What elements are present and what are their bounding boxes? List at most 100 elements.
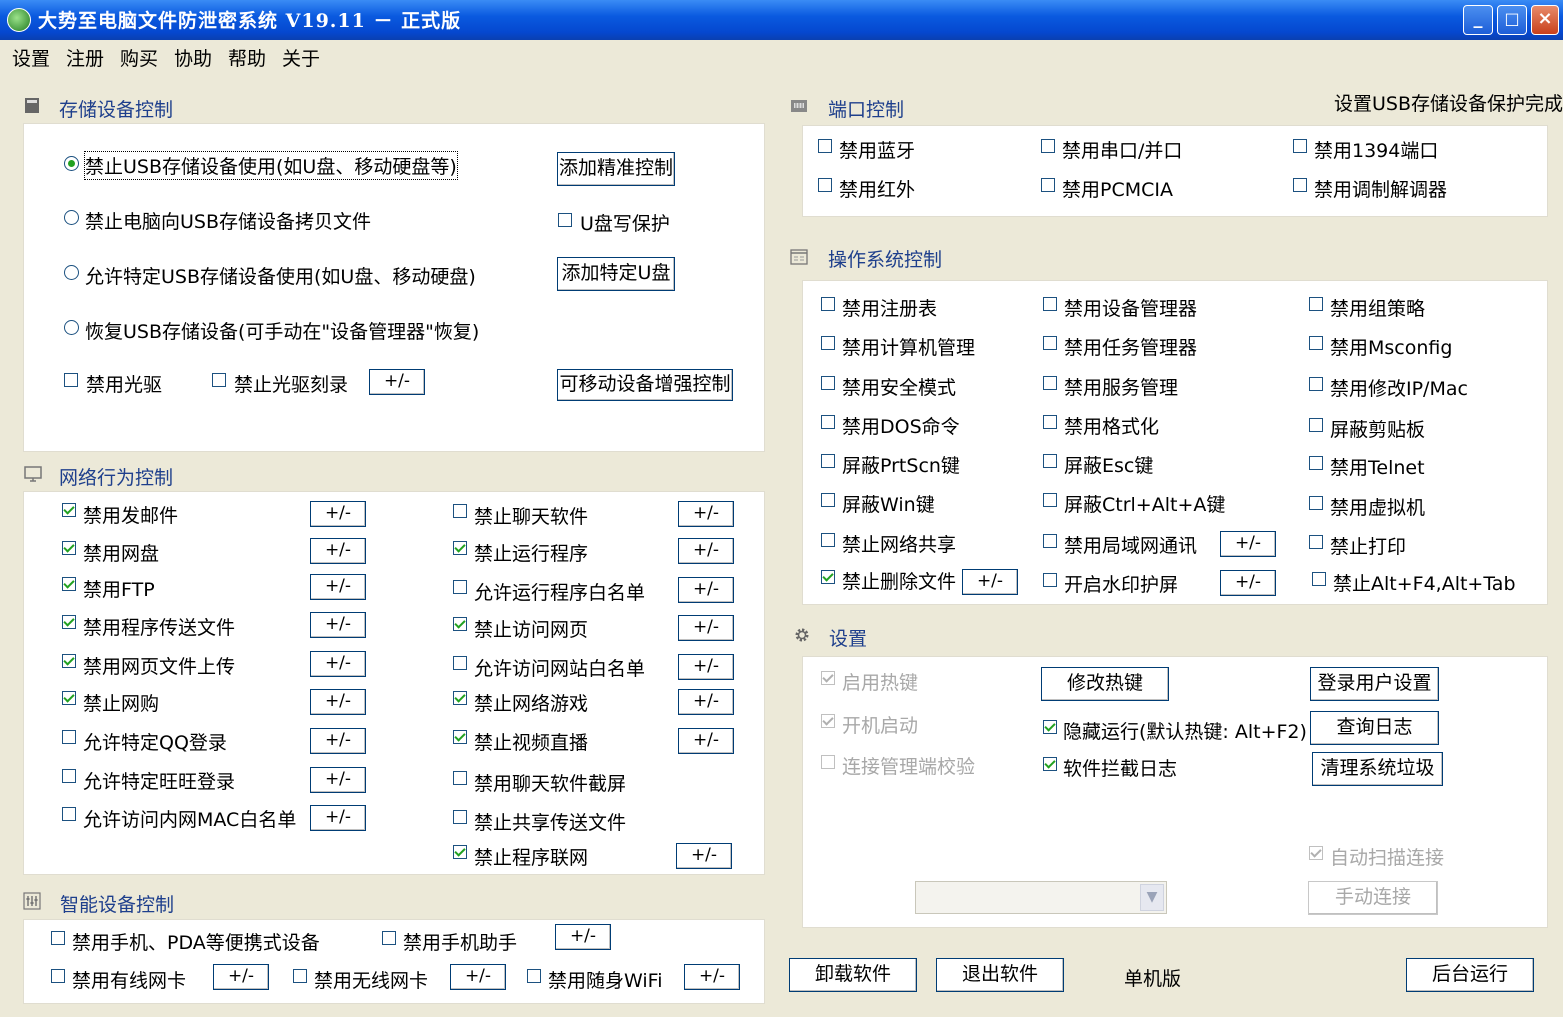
- os-col2-label-6[interactable]: 禁用局域网通讯: [1064, 531, 1197, 558]
- disable-wireless-nic-checkbox[interactable]: [293, 969, 307, 983]
- net-left-label-1[interactable]: 禁用网盘: [83, 539, 159, 566]
- net-left-checkbox-7[interactable]: [62, 769, 76, 783]
- net-right-label-3[interactable]: 禁止访问网页: [474, 615, 588, 642]
- verify-server-checkbox[interactable]: [821, 755, 835, 769]
- net-left-label-8[interactable]: 允许访问内网MAC白名单: [83, 805, 296, 832]
- disable-wired-nic-checkbox[interactable]: [51, 969, 65, 983]
- net-left-checkbox-4[interactable]: [62, 654, 76, 668]
- net-left-label-7[interactable]: 允许特定旺旺登录: [83, 767, 235, 794]
- disable-burn-label[interactable]: 禁止光驱刻录: [234, 370, 348, 397]
- os-col2-checkbox-0[interactable]: [1043, 297, 1057, 311]
- os-col3-label-1[interactable]: 禁用Msconfig: [1330, 333, 1452, 360]
- net-right-options-9[interactable]: +/-: [676, 843, 732, 869]
- os-col3-checkbox-5[interactable]: [1309, 496, 1323, 510]
- port-checkbox-4[interactable]: [1041, 178, 1055, 192]
- os-col3-checkbox-4[interactable]: [1309, 456, 1323, 470]
- auto-scan-checkbox[interactable]: [1309, 846, 1323, 860]
- os-col3-label-6[interactable]: 禁止打印: [1330, 532, 1406, 559]
- os-col3-checkbox-0[interactable]: [1309, 297, 1323, 311]
- radio-block-copy[interactable]: [64, 210, 79, 225]
- os-col1-label-4[interactable]: 屏蔽PrtScn键: [842, 451, 960, 478]
- radio-restore-usb[interactable]: [64, 320, 79, 335]
- os-col2-label-0[interactable]: 禁用设备管理器: [1064, 294, 1197, 321]
- os-col1-checkbox-0[interactable]: [821, 297, 835, 311]
- os-col3-label-4[interactable]: 禁用Telnet: [1330, 453, 1425, 480]
- os-col1-checkbox-1[interactable]: [821, 336, 835, 350]
- port-checkbox-3[interactable]: [818, 178, 832, 192]
- watermark-options[interactable]: +/-: [1220, 570, 1276, 596]
- port-label-4[interactable]: 禁用PCMCIA: [1062, 175, 1173, 202]
- autostart-checkbox[interactable]: [821, 714, 835, 728]
- os-col1-checkbox-6[interactable]: [821, 533, 835, 547]
- usb-write-protect-checkbox[interactable]: [558, 213, 572, 227]
- os-col1-checkbox-3[interactable]: [821, 415, 835, 429]
- os-col2-label-1[interactable]: 禁用任务管理器: [1064, 333, 1197, 360]
- os-col1-label-2[interactable]: 禁用安全模式: [842, 373, 956, 400]
- disable-wifi-checkbox[interactable]: [527, 969, 541, 983]
- clean-system-button[interactable]: 清理系统垃圾: [1312, 752, 1443, 786]
- net-left-label-0[interactable]: 禁用发邮件: [83, 501, 178, 528]
- wifi-options[interactable]: +/-: [684, 964, 740, 990]
- net-left-options-2[interactable]: +/-: [310, 574, 366, 600]
- radio-block-usb-label[interactable]: 禁止USB存储设备使用(如U盘、移动硬盘等): [84, 151, 458, 180]
- net-left-options-1[interactable]: +/-: [310, 538, 366, 564]
- radio-allow-specific[interactable]: [64, 265, 79, 280]
- port-label-1[interactable]: 禁用串口/并口: [1062, 136, 1182, 163]
- disable-wireless-nic-label[interactable]: 禁用无线网卡: [314, 966, 428, 993]
- disable-phone-label[interactable]: 禁用手机、PDA等便携式设备: [72, 928, 320, 955]
- wired-nic-options[interactable]: +/-: [213, 964, 269, 990]
- delete-file-options[interactable]: +/-: [962, 569, 1018, 595]
- usb-write-protect-label[interactable]: U盘写保护: [580, 209, 670, 236]
- enable-hotkey-checkbox[interactable]: [821, 671, 835, 685]
- hidden-run-label[interactable]: 隐藏运行(默认热键: Alt+F2): [1063, 717, 1307, 744]
- menu-buy[interactable]: 购买: [120, 44, 158, 71]
- menu-assist[interactable]: 协助: [174, 44, 212, 71]
- autostart-label[interactable]: 开机启动: [842, 711, 918, 738]
- disable-cdrom-label[interactable]: 禁用光驱: [86, 370, 162, 397]
- os-col2-checkbox-1[interactable]: [1043, 336, 1057, 350]
- intercept-log-checkbox[interactable]: [1043, 757, 1057, 771]
- net-right-checkbox-8[interactable]: [453, 810, 467, 824]
- disable-burn-checkbox[interactable]: [212, 373, 226, 387]
- os-col1-checkbox-7[interactable]: [821, 570, 835, 584]
- minimize-button[interactable]: _: [1463, 5, 1493, 35]
- net-left-checkbox-2[interactable]: [62, 577, 76, 591]
- os-col1-checkbox-4[interactable]: [821, 454, 835, 468]
- net-left-options-0[interactable]: +/-: [310, 501, 366, 527]
- net-left-label-5[interactable]: 禁止网购: [83, 689, 159, 716]
- manual-connect-button[interactable]: 手动连接: [1308, 881, 1438, 915]
- os-col3-checkbox-2[interactable]: [1309, 377, 1323, 391]
- net-left-checkbox-3[interactable]: [62, 615, 76, 629]
- os-col2-checkbox-5[interactable]: [1043, 493, 1057, 507]
- net-left-options-3[interactable]: +/-: [310, 612, 366, 638]
- net-right-options-2[interactable]: +/-: [678, 577, 734, 603]
- os-col2-checkbox-3[interactable]: [1043, 415, 1057, 429]
- net-right-label-6[interactable]: 禁止视频直播: [474, 728, 588, 755]
- net-right-label-4[interactable]: 允许访问网站白名单: [474, 654, 645, 681]
- burn-options-button[interactable]: +/-: [369, 369, 425, 395]
- radio-block-copy-label[interactable]: 禁止电脑向USB存储设备拷贝文件: [85, 207, 371, 234]
- net-left-checkbox-8[interactable]: [62, 807, 76, 821]
- uninstall-button[interactable]: 卸载软件: [789, 958, 917, 992]
- net-right-options-0[interactable]: +/-: [678, 501, 734, 527]
- disable-phone-checkbox[interactable]: [51, 931, 65, 945]
- os-col1-label-5[interactable]: 屏蔽Win键: [842, 490, 935, 517]
- os-col1-label-0[interactable]: 禁用注册表: [842, 294, 937, 321]
- net-left-label-3[interactable]: 禁用程序传送文件: [83, 613, 235, 640]
- os-col1-label-1[interactable]: 禁用计算机管理: [842, 333, 975, 360]
- os-col3-label-0[interactable]: 禁用组策略: [1330, 294, 1425, 321]
- os-col1-label-3[interactable]: 禁用DOS命令: [842, 412, 960, 439]
- os-col3-checkbox-3[interactable]: [1309, 418, 1323, 432]
- os-col3-label-7[interactable]: 禁止Alt+F4,Alt+Tab: [1333, 569, 1516, 596]
- net-left-label-2[interactable]: 禁用FTP: [83, 575, 155, 602]
- net-right-label-9[interactable]: 禁止程序联网: [474, 843, 588, 870]
- net-right-checkbox-1[interactable]: [453, 541, 467, 555]
- add-precise-control-button[interactable]: 添加精准控制: [557, 152, 675, 186]
- os-col2-checkbox-6[interactable]: [1043, 534, 1057, 548]
- net-right-checkbox-0[interactable]: [453, 504, 467, 518]
- os-col3-checkbox-6[interactable]: [1309, 535, 1323, 549]
- net-right-checkbox-3[interactable]: [453, 617, 467, 631]
- intercept-log-label[interactable]: 软件拦截日志: [1063, 754, 1177, 781]
- phone-assistant-options[interactable]: +/-: [555, 924, 611, 950]
- login-user-settings-button[interactable]: 登录用户设置: [1310, 667, 1439, 701]
